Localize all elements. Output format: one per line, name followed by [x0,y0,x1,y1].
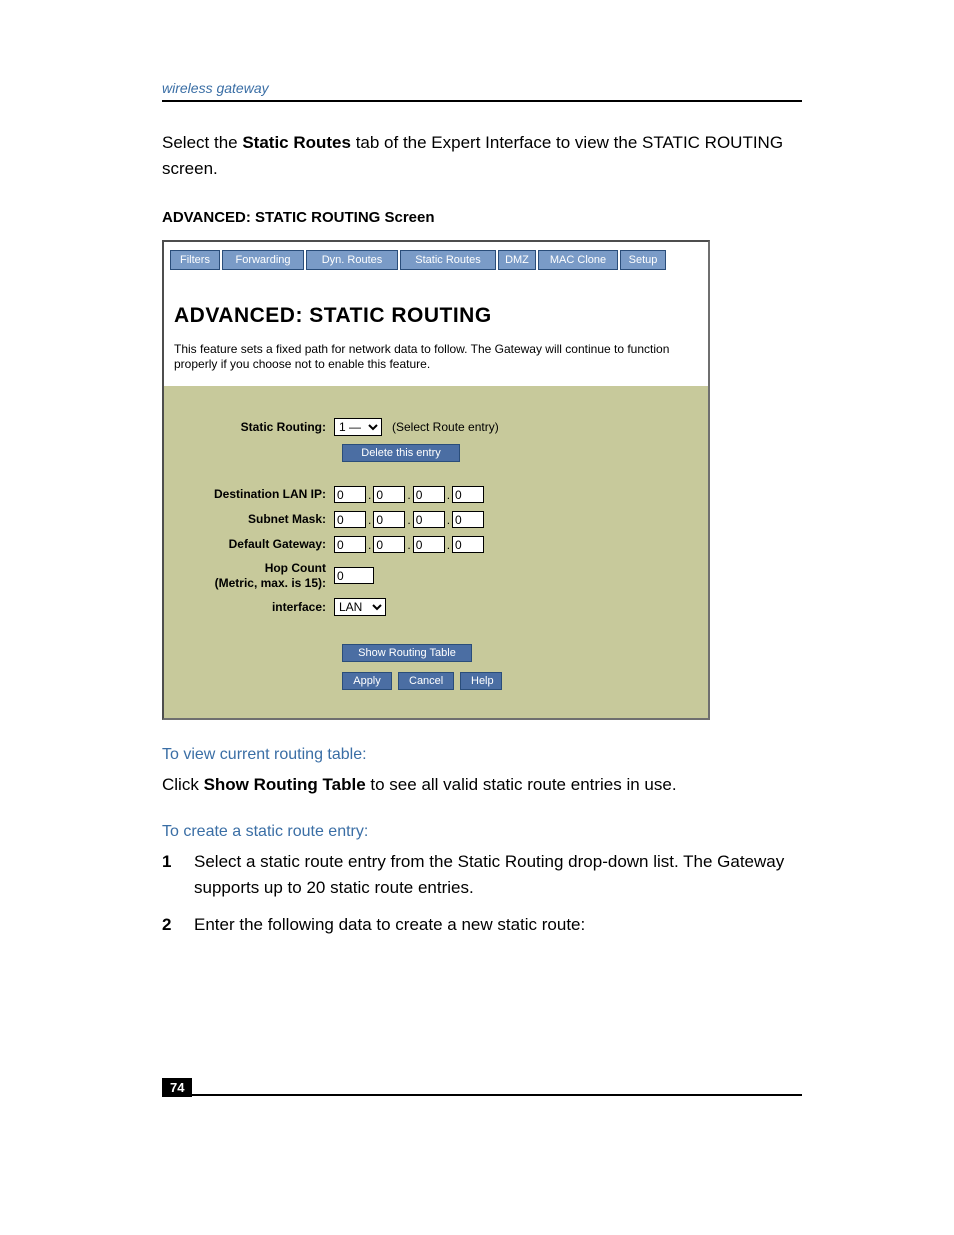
step-1: Select a static route entry from the Sta… [162,849,802,900]
dest-ip-octet-2[interactable] [373,486,405,503]
static-routing-screenshot: Filters Forwarding Dyn. Routes Static Ro… [162,240,710,720]
tab-bar: Filters Forwarding Dyn. Routes Static Ro… [164,242,708,274]
tab-filters[interactable]: Filters [170,250,220,270]
subnet-octet-1[interactable] [334,511,366,528]
interface-select[interactable]: LAN [334,598,386,616]
paragraph-view-routing-table: Click Show Routing Table to see all vali… [162,772,802,798]
delete-entry-button[interactable]: Delete this entry [342,444,460,462]
page-number: 74 [162,1078,192,1097]
label-static-routing: Static Routing: [184,420,334,434]
page-content: wireless gateway Select the Static Route… [162,80,802,950]
running-header: wireless gateway [162,80,802,102]
figure-caption: ADVANCED: STATIC ROUTING Screen [162,209,802,226]
screenshot-title: ADVANCED: STATIC ROUTING [174,304,698,328]
heading-view-routing-table: To view current routing table: [162,746,802,764]
subnet-octet-3[interactable] [413,511,445,528]
screenshot-description: This feature sets a fixed path for netwo… [174,342,698,372]
page-footer: 74 [162,1094,802,1096]
label-default-gateway: Default Gateway: [184,537,334,551]
show-routing-table-button[interactable]: Show Routing Table [342,644,472,662]
gateway-octet-3[interactable] [413,536,445,553]
tab-static-routes[interactable]: Static Routes [400,250,496,270]
help-button[interactable]: Help [460,672,502,690]
label-hop-count: Hop Count (Metric, max. is 15): [184,561,334,590]
label-interface: interface: [184,600,334,614]
label-destination-lan-ip: Destination LAN IP: [184,487,334,501]
dest-ip-octet-4[interactable] [452,486,484,503]
subnet-octet-2[interactable] [373,511,405,528]
hop-count-input[interactable] [334,567,374,584]
tab-forwarding[interactable]: Forwarding [222,250,304,270]
step-2: Enter the following data to create a new… [162,912,802,938]
dest-ip-octet-3[interactable] [413,486,445,503]
config-panel: Static Routing: 1 — (Select Route entry)… [164,386,708,718]
label-subnet-mask: Subnet Mask: [184,512,334,526]
subnet-octet-4[interactable] [452,511,484,528]
tab-mac-clone[interactable]: MAC Clone [538,250,618,270]
cancel-button[interactable]: Cancel [398,672,454,690]
dest-ip-octet-1[interactable] [334,486,366,503]
route-entry-select[interactable]: 1 — [334,418,382,436]
route-entry-hint: (Select Route entry) [392,420,499,434]
tab-setup[interactable]: Setup [620,250,666,270]
gateway-octet-1[interactable] [334,536,366,553]
tab-dmz[interactable]: DMZ [498,250,536,270]
apply-button[interactable]: Apply [342,672,392,690]
tab-dyn-routes[interactable]: Dyn. Routes [306,250,398,270]
create-route-steps: Select a static route entry from the Sta… [162,849,802,938]
gateway-octet-2[interactable] [373,536,405,553]
heading-create-static-route: To create a static route entry: [162,823,802,841]
gateway-octet-4[interactable] [452,536,484,553]
intro-paragraph: Select the Static Routes tab of the Expe… [162,130,802,181]
footer-rule [162,1094,802,1096]
